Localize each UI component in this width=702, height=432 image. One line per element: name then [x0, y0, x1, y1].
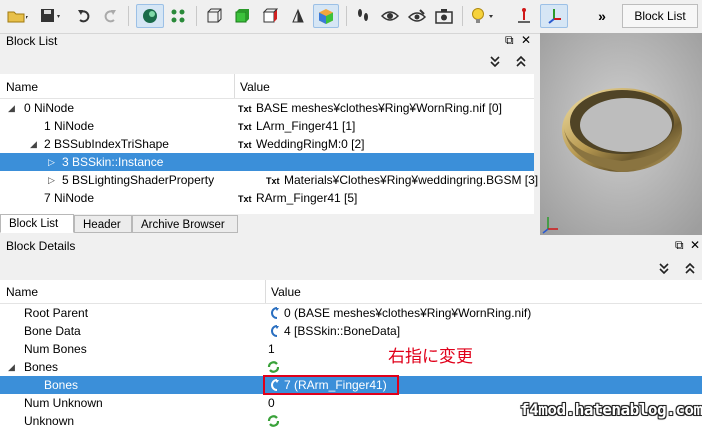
open-folder-icon[interactable] [4, 4, 32, 28]
expand-arrow-icon[interactable]: ◢ [8, 99, 15, 117]
block-name: 1 NiNode [44, 119, 95, 133]
block-details-tree: Name Value Root Parent 0 (BASE meshes¥cl… [0, 280, 702, 432]
toolbar-separator [346, 6, 347, 26]
collapse-all-button[interactable] [659, 262, 669, 277]
expand-arrow-icon[interactable]: ◢ [8, 358, 15, 376]
textured-cube-icon[interactable] [258, 4, 282, 28]
ring-model [562, 88, 682, 172]
block-value: Materials¥Clothes¥Ring¥weddingring.BGSM … [284, 173, 539, 187]
highlight-box [263, 375, 399, 395]
eye-dropper-icon[interactable] [405, 4, 429, 28]
tab-header[interactable]: Header [74, 215, 132, 233]
sphere-icon[interactable] [136, 4, 164, 28]
solid-cube-icon[interactable] [230, 4, 254, 28]
dock-close-button[interactable]: ✕ [521, 33, 531, 47]
link-icon [269, 322, 284, 340]
redo-icon[interactable] [98, 4, 122, 28]
block-details-dock-title: Block Details [6, 239, 76, 253]
field-name: Bones [24, 360, 59, 374]
tab-archive-browser[interactable]: Archive Browser [132, 215, 238, 233]
toolbar-overflow-button[interactable]: » [594, 4, 610, 28]
normals-icon[interactable] [286, 4, 310, 28]
main-toolbar: » Block List [0, 0, 702, 34]
camera-icon[interactable] [432, 4, 456, 28]
block-list-toggle-button[interactable]: Block List [622, 4, 698, 28]
column-header-value[interactable]: Value [240, 76, 270, 98]
axes-active-icon[interactable] [540, 4, 568, 28]
block-name: 2 BSSubIndexTriShape [44, 137, 169, 151]
field-name: Bone Data [24, 324, 81, 338]
wireframe-cube-icon[interactable] [202, 4, 226, 28]
light-bulb-icon[interactable] [468, 4, 498, 28]
column-header-name[interactable]: Name [6, 281, 38, 303]
field-name: Num Bones [24, 342, 87, 356]
footprints-icon[interactable] [352, 4, 374, 28]
collapsed-arrow-icon[interactable]: ▷ [48, 153, 55, 171]
toolbar-separator [196, 6, 197, 26]
text-type-icon: Txt [238, 194, 252, 204]
detail-row[interactable]: ◢ Bones [0, 358, 702, 376]
block-name: 0 NiNode [24, 101, 75, 115]
block-value: BASE meshes¥clothes¥Ring¥WornRing.nif [0… [256, 101, 502, 115]
block-value: RArm_Finger41 [5] [256, 191, 358, 205]
column-header-name[interactable]: Name [6, 76, 38, 98]
text-type-icon: Txt [238, 104, 252, 114]
field-value: 4 [BSSkin::BoneData] [284, 324, 401, 338]
link-icon [269, 304, 284, 322]
tree-row[interactable]: 1 NiNode Txt LArm_Finger41 [1] [0, 117, 534, 135]
field-name: Root Parent [24, 306, 89, 320]
block-name: 5 BSLightingShaderProperty [62, 173, 215, 187]
save-icon[interactable] [36, 4, 64, 28]
recycle-icon [267, 412, 279, 430]
render-viewport[interactable] [540, 33, 702, 235]
tree-row[interactable]: ▷ 5 BSLightingShaderProperty Txt Materia… [0, 171, 538, 189]
block-name: 7 NiNode [44, 191, 95, 205]
field-value: 1 [268, 342, 275, 356]
annotation-text: 右指に変更 [388, 347, 473, 367]
field-name: Bones [44, 378, 79, 392]
expand-all-button[interactable] [516, 55, 526, 70]
tree-row[interactable]: ◢ 0 NiNode Txt BASE meshes¥clothes¥Ring¥… [0, 99, 534, 117]
field-value: 0 [268, 396, 275, 410]
block-value: WeddingRingM:0 [2] [256, 137, 365, 151]
detail-row[interactable]: Root Parent 0 (BASE meshes¥clothes¥Ring¥… [0, 304, 702, 322]
block-list-dock-title: Block List [6, 34, 58, 48]
detail-row[interactable]: Bone Data 4 [BSSkin::BoneData] [0, 322, 702, 340]
block-list-tree: Name Value ◢ 0 NiNode Txt BASE meshes¥cl… [0, 74, 538, 214]
text-type-icon: Txt [238, 122, 252, 132]
collapse-all-button[interactable] [490, 55, 500, 70]
dock-float-button[interactable]: ⧉ [505, 33, 514, 48]
toolbar-separator [128, 6, 129, 26]
field-name: Unknown [24, 414, 75, 428]
axes-icon[interactable] [512, 4, 536, 28]
detail-row[interactable]: Num Bones 1 [0, 340, 702, 358]
tree-row[interactable]: ◢ 2 BSSubIndexTriShape Txt WeddingRingM:… [0, 135, 534, 153]
block-name: 3 BSSkin::Instance [62, 155, 164, 169]
eye-icon[interactable] [378, 4, 402, 28]
nodes-icon[interactable] [166, 4, 190, 28]
dock-close-button[interactable]: ✕ [690, 238, 700, 252]
text-type-icon: Txt [238, 140, 252, 150]
dock-float-button[interactable]: ⧉ [675, 238, 684, 253]
tab-block-list[interactable]: Block List [0, 214, 74, 233]
undo-icon[interactable] [72, 4, 96, 28]
field-value: 0 (BASE meshes¥clothes¥Ring¥WornRing.nif… [284, 306, 532, 320]
column-header-value[interactable]: Value [271, 281, 301, 303]
tree-row-selected[interactable]: ▷ 3 BSSkin::Instance [0, 153, 534, 171]
watermark-text: f4mod.hatenablog.com [520, 400, 702, 419]
collapsed-arrow-icon[interactable]: ▷ [48, 171, 55, 189]
expand-arrow-icon[interactable]: ◢ [30, 135, 37, 153]
expand-all-button[interactable] [685, 262, 695, 277]
text-type-icon: Txt [266, 176, 280, 186]
tree-row[interactable]: 7 NiNode Txt RArm_Finger41 [5] [0, 189, 534, 207]
colored-cube-icon[interactable] [313, 4, 339, 28]
block-value: LArm_Finger41 [1] [256, 119, 356, 133]
field-name: Num Unknown [24, 396, 103, 410]
toolbar-separator [462, 6, 463, 26]
recycle-icon [267, 358, 279, 376]
